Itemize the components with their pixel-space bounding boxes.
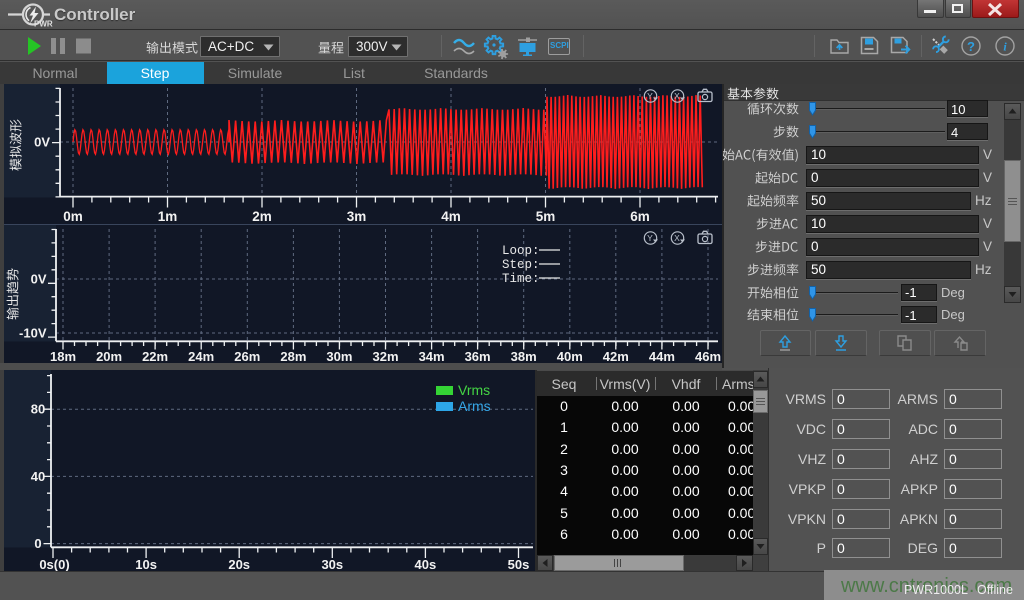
svg-text:42m: 42m (603, 349, 629, 363)
svg-text:Y: Y (647, 233, 653, 243)
svg-text:18m: 18m (50, 349, 76, 363)
svg-text:0V: 0V (34, 135, 50, 150)
svg-text:Time:: Time: (502, 272, 540, 286)
svg-text:Step:: Step: (502, 258, 540, 272)
svg-text:0m: 0m (63, 209, 83, 224)
svg-text:0: 0 (34, 536, 41, 551)
svg-text:0V: 0V (31, 272, 47, 287)
svg-text:1m: 1m (158, 209, 178, 224)
svg-text:X: X (674, 233, 680, 243)
svg-text:10s: 10s (135, 557, 157, 571)
svg-text:20s: 20s (228, 557, 250, 571)
svg-text:28m: 28m (280, 349, 306, 363)
svg-text:6m: 6m (630, 209, 650, 224)
svg-text:36m: 36m (465, 349, 491, 363)
svg-text:40m: 40m (557, 349, 583, 363)
svg-text:38m: 38m (511, 349, 537, 363)
svg-text:44m: 44m (649, 349, 675, 363)
svg-text:50s: 50s (508, 557, 530, 571)
svg-text:Loop:: Loop: (502, 244, 540, 258)
svg-text:40s: 40s (415, 557, 437, 571)
svg-text:24m: 24m (188, 349, 214, 363)
svg-text:40: 40 (31, 469, 45, 484)
svg-text:34m: 34m (419, 349, 445, 363)
svg-text:20m: 20m (96, 349, 122, 363)
svg-text:3m: 3m (347, 209, 367, 224)
svg-text:30s: 30s (321, 557, 343, 571)
svg-text:X: X (674, 91, 680, 101)
svg-text:46m: 46m (695, 349, 721, 363)
svg-text:32m: 32m (372, 349, 398, 363)
svg-text:Vrms: Vrms (458, 382, 490, 398)
svg-text:-10V: -10V (19, 326, 47, 341)
svg-text:2m: 2m (252, 209, 272, 224)
svg-text:22m: 22m (142, 349, 168, 363)
svg-text:26m: 26m (234, 349, 260, 363)
svg-text:Y: Y (647, 91, 653, 101)
svg-text:Arms: Arms (458, 398, 491, 414)
svg-text:80: 80 (31, 402, 45, 417)
svg-text:30m: 30m (326, 349, 352, 363)
svg-text:PWR: PWR (34, 20, 53, 29)
svg-text:0s(0): 0s(0) (39, 557, 69, 571)
svg-text:5m: 5m (536, 209, 556, 224)
svg-text:i: i (1003, 40, 1007, 54)
svg-text:?: ? (967, 39, 975, 54)
svg-text:4m: 4m (441, 209, 461, 224)
